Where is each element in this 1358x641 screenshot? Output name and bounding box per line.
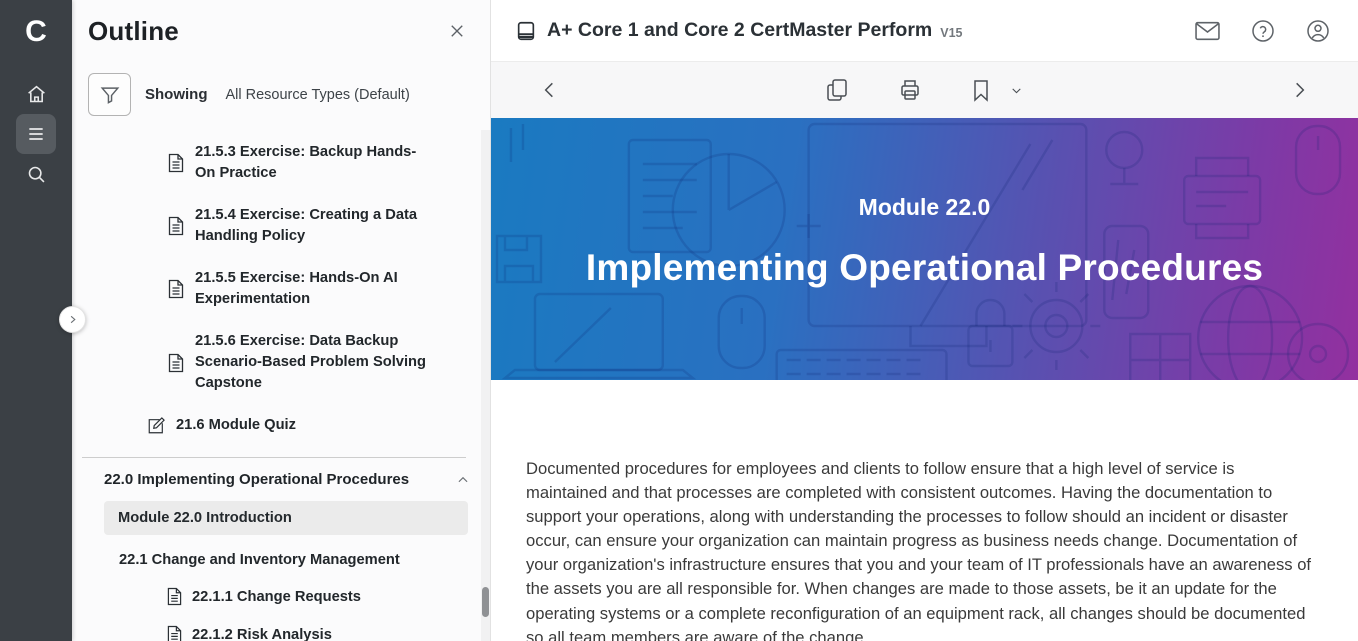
lesson-paragraph: Documented procedures for employees and …	[526, 457, 1313, 641]
outline-button[interactable]	[16, 114, 56, 154]
app-window: C	[0, 0, 1358, 641]
lesson-label: 21.5.4 Exercise: Creating a Data Handlin…	[195, 205, 428, 247]
course-title: A+ Core 1 and Core 2 CertMaster Perform	[547, 19, 932, 42]
mail-icon	[1195, 21, 1220, 41]
filter-value: All Resource Types (Default)	[226, 87, 410, 103]
lesson-label: 21.6 Module Quiz	[176, 415, 296, 436]
section-header-22-0[interactable]: 22.0 Implementing Operational Procedures	[72, 458, 490, 488]
account-icon	[1306, 19, 1330, 43]
search-button[interactable]	[16, 154, 56, 194]
lesson-label: Module 22.0 Introduction	[118, 510, 292, 526]
document-icon	[168, 153, 184, 173]
print-icon	[898, 78, 922, 102]
list-item[interactable]: 21.5.4 Exercise: Creating a Data Handlin…	[168, 205, 428, 247]
lesson-label: 21.5.6 Exercise: Data Backup Scenario-Ba…	[195, 331, 428, 394]
list-item[interactable]: 21.5.3 Exercise: Backup Hands-On Practic…	[168, 142, 428, 184]
chevron-left-icon	[541, 80, 557, 100]
messages-button[interactable]	[1193, 19, 1222, 43]
copy-icon	[826, 78, 848, 102]
menu-icon	[26, 124, 46, 144]
account-button[interactable]	[1304, 17, 1332, 45]
banner-module-label: Module 22.0	[859, 194, 991, 221]
chevron-up-icon	[456, 473, 470, 487]
list-item[interactable]: 21.5.5 Exercise: Hands-On AI Experimenta…	[168, 268, 428, 310]
list-item[interactable]: 22.1.2 Risk Analysis	[167, 625, 468, 641]
close-outline-button[interactable]	[444, 18, 470, 44]
copy-button[interactable]	[824, 76, 850, 104]
lesson-toolbar	[491, 61, 1358, 118]
home-button[interactable]	[16, 74, 56, 114]
lesson-label: 21.5.3 Exercise: Backup Hands-On Practic…	[195, 142, 428, 184]
search-icon	[26, 164, 47, 185]
banner-title: Implementing Operational Procedures	[586, 247, 1263, 289]
lesson-label: 21.5.5 Exercise: Hands-On AI Experimenta…	[195, 268, 428, 310]
content-header: A+ Core 1 and Core 2 CertMaster Perform …	[491, 0, 1358, 61]
outline-scrollbar[interactable]	[481, 130, 490, 641]
lesson-label: 22.1 Change and Inventory Management	[119, 552, 400, 568]
header-actions	[1193, 17, 1332, 45]
rail-nav	[16, 74, 56, 194]
lesson-list: 21.5.3 Exercise: Backup Hands-On Practic…	[72, 142, 490, 436]
close-icon	[448, 22, 466, 40]
home-icon	[26, 84, 47, 105]
chevron-right-icon	[67, 314, 78, 325]
main-content: A+ Core 1 and Core 2 CertMaster Perform …	[491, 0, 1358, 641]
lesson-label: 22.1.2 Risk Analysis	[192, 627, 332, 641]
bookmark-menu-button[interactable]	[1008, 82, 1025, 99]
list-item[interactable]: 21.6 Module Quiz	[147, 415, 428, 436]
banner-text-block: Module 22.0 Implementing Operational Pro…	[491, 118, 1358, 372]
document-icon	[167, 625, 182, 641]
outline-scrollbar-thumb[interactable]	[482, 587, 489, 617]
next-page-button[interactable]	[1290, 78, 1310, 102]
list-item-selected[interactable]: Module 22.0 Introduction	[104, 501, 468, 535]
panel-collapse-button[interactable]	[59, 306, 86, 333]
outline-panel-title: Outline	[88, 16, 179, 47]
document-icon	[167, 587, 182, 606]
course-version-badge: V15	[940, 26, 962, 40]
toolbar-center-group	[559, 76, 1290, 104]
showing-label: Showing	[145, 86, 208, 103]
course-book-icon	[515, 20, 537, 42]
quiz-icon	[147, 417, 165, 435]
list-item[interactable]: 22.1.1 Change Requests	[167, 587, 468, 606]
bookmark-button[interactable]	[970, 77, 992, 104]
filter-funnel-icon	[99, 84, 121, 106]
comptia-logo[interactable]: C	[25, 8, 47, 56]
print-button[interactable]	[896, 76, 924, 104]
document-icon	[168, 353, 184, 373]
help-button[interactable]	[1249, 17, 1277, 45]
bookmark-group	[970, 77, 1025, 104]
lesson-label: 22.1.1 Change Requests	[192, 589, 361, 605]
document-icon	[168, 279, 184, 299]
chevron-right-icon	[1292, 80, 1308, 100]
list-item[interactable]: 22.1 Change and Inventory Management	[119, 552, 468, 568]
bookmark-icon	[972, 79, 990, 102]
chevron-down-icon	[1010, 84, 1023, 97]
document-icon	[168, 216, 184, 236]
help-icon	[1251, 19, 1275, 43]
previous-page-button[interactable]	[539, 78, 559, 102]
section-title: 22.0 Implementing Operational Procedures	[104, 471, 409, 488]
filter-button[interactable]	[88, 73, 131, 116]
list-item[interactable]: 21.5.6 Exercise: Data Backup Scenario-Ba…	[168, 331, 428, 394]
outline-panel: Outline Showing All Resource Types (Defa…	[72, 0, 491, 641]
module-banner: Module 22.0 Implementing Operational Pro…	[491, 118, 1358, 380]
lesson-article: Documented procedures for employees and …	[491, 380, 1358, 641]
